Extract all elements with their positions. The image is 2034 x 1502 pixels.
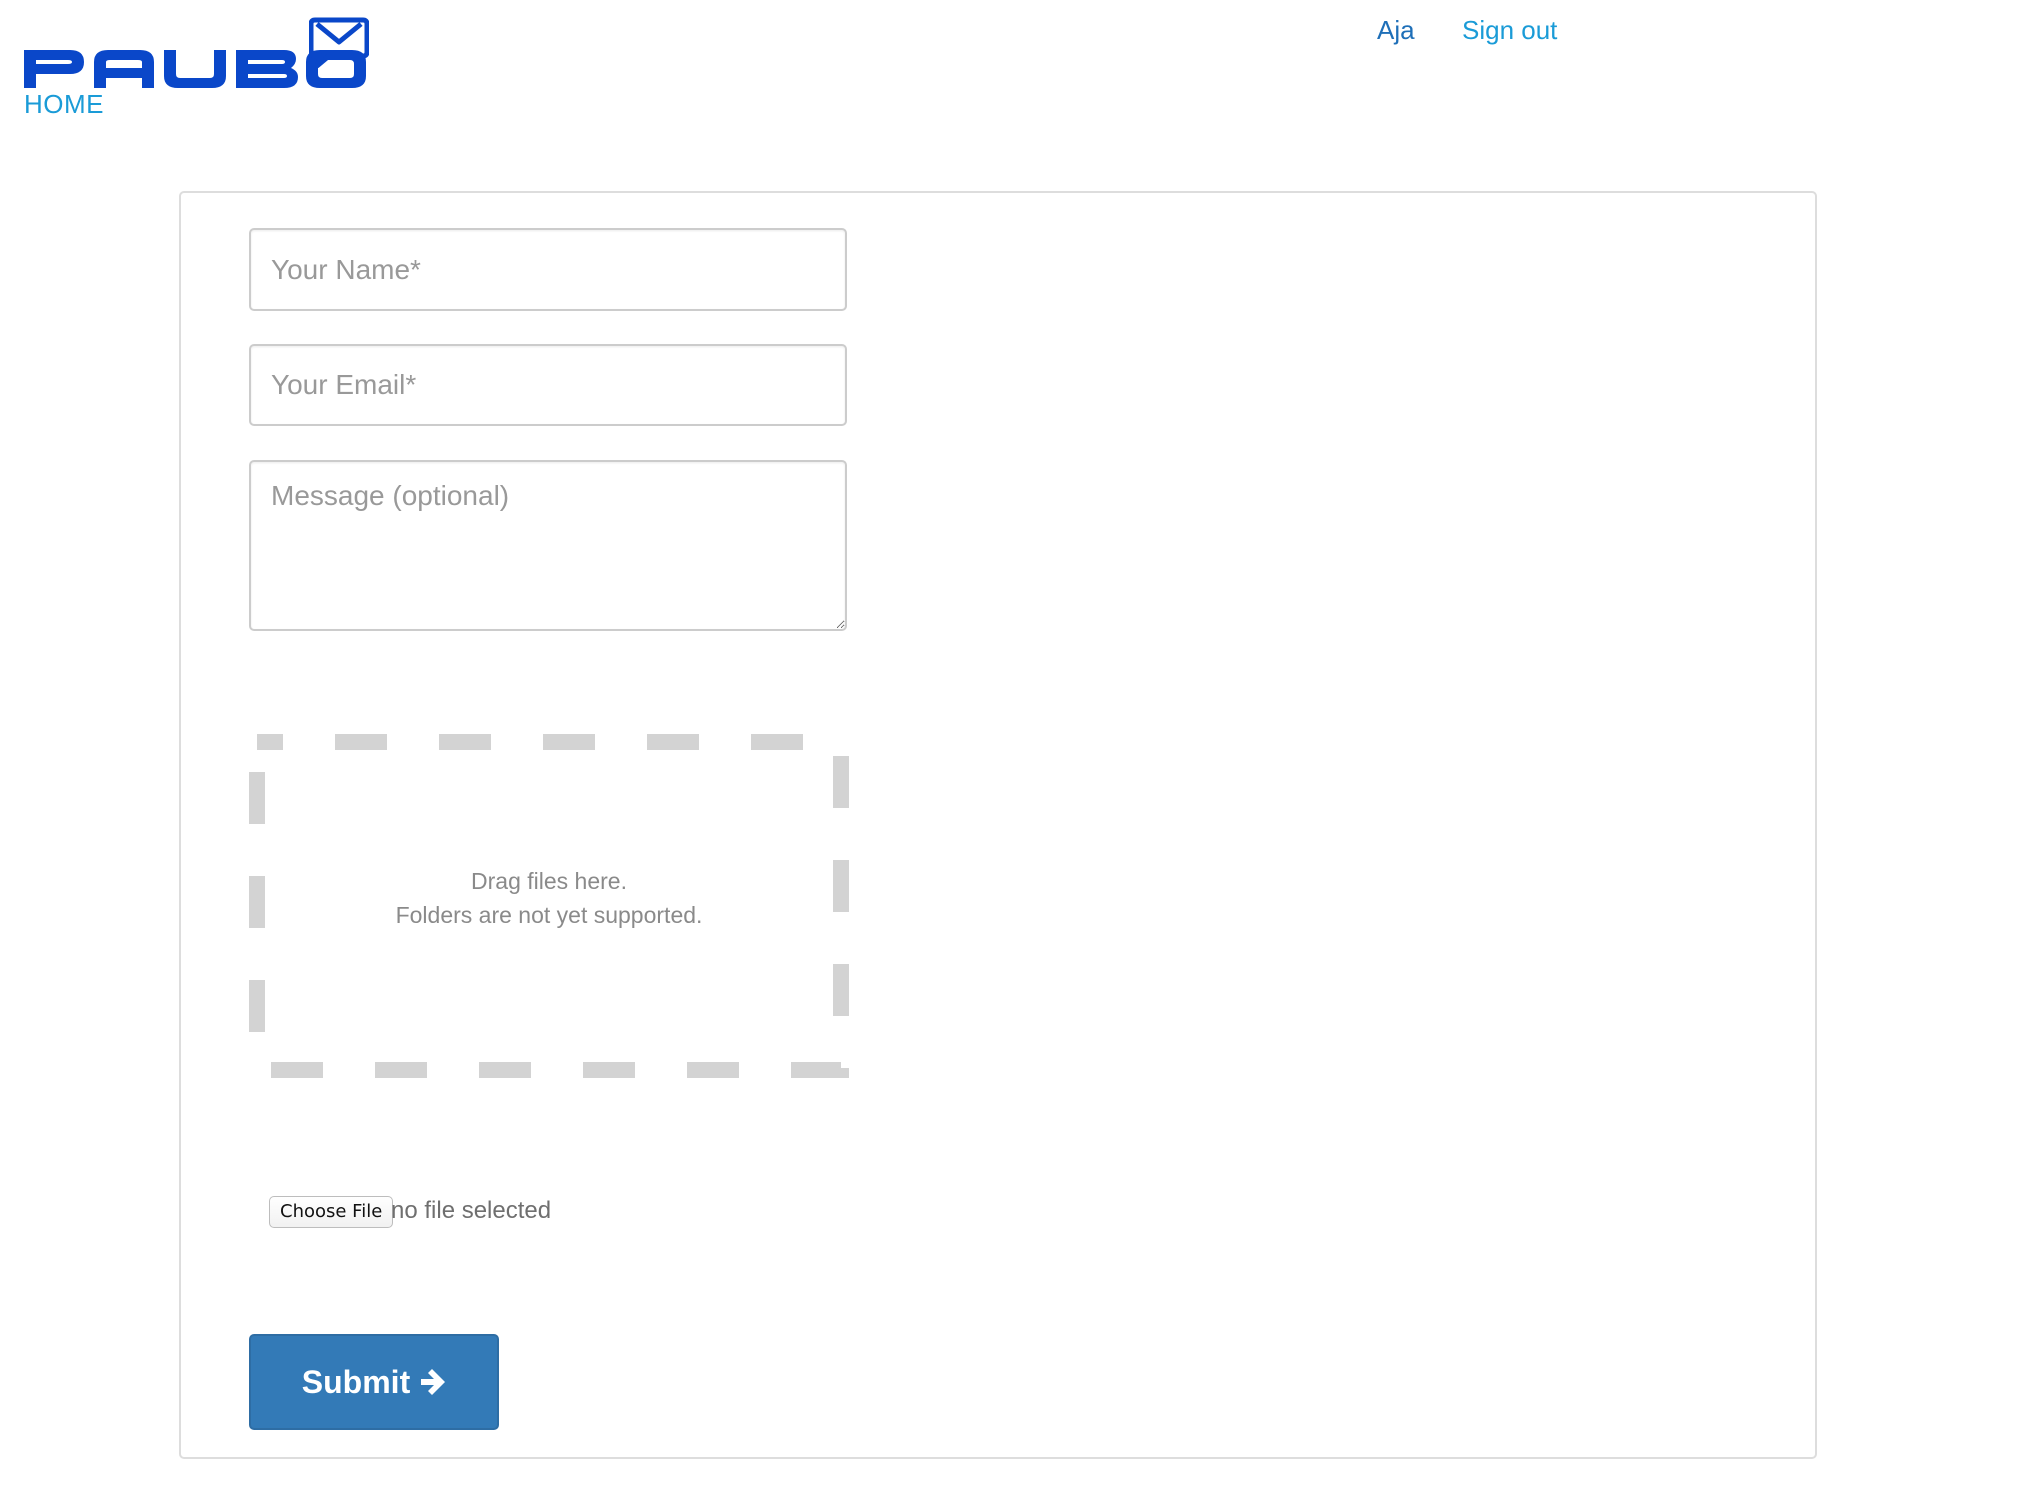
dropzone-line-folders: Folders are not yet supported.	[395, 902, 703, 928]
sign-out-link[interactable]: Sign out	[1462, 10, 1557, 50]
name-input[interactable]	[249, 228, 847, 311]
user-menu-link[interactable]: Aja	[1377, 10, 1415, 50]
arrow-right-icon	[421, 1369, 446, 1395]
envelope-icon	[309, 17, 369, 68]
file-dropzone[interactable]: Drag files here. Folders are not yet sup…	[249, 734, 849, 1078]
email-input[interactable]	[249, 344, 847, 426]
dropzone-line-drag: Drag files here.	[471, 868, 627, 894]
choose-file-button[interactable]: Choose File	[269, 1196, 394, 1228]
file-status-text: no file selected	[391, 1197, 552, 1224]
brand: HOME	[22, 16, 382, 119]
upload-form-panel: Drag files here. Folders are not yet sup…	[179, 191, 1817, 1459]
home-link[interactable]: HOME	[24, 89, 104, 120]
dropzone-instructions: Drag files here. Folders are not yet sup…	[249, 864, 849, 932]
submit-label: Submit	[301, 1363, 411, 1400]
submit-button[interactable]: Submit	[249, 1334, 499, 1430]
message-textarea[interactable]	[249, 460, 847, 631]
